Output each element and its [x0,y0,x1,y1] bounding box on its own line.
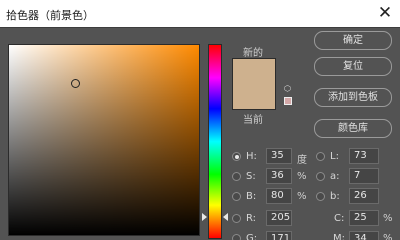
hue-slider-left-arrow-icon[interactable] [202,213,207,221]
s-input[interactable]: 36 [266,168,292,184]
lab-b-input[interactable]: 26 [349,188,379,204]
h-unit: 度 [297,155,307,166]
c-input[interactable]: 25 [349,210,379,226]
h-input[interactable]: 35 [266,148,292,164]
r-radio[interactable] [232,214,241,223]
b-radio[interactable] [232,192,241,201]
s-unit: % [297,171,307,182]
close-icon[interactable]: ✕ [376,3,394,23]
add-to-swatches-button[interactable]: 添加到色板 [314,88,392,107]
g-label: G: [246,233,258,240]
current-color-label: 当前 [243,115,263,126]
color-field[interactable] [8,44,200,236]
m-input[interactable]: 34 [349,231,379,240]
new-color-swatch [232,58,276,84]
color-field-cursor[interactable] [71,79,80,88]
a-radio[interactable] [316,172,325,181]
current-color-swatch[interactable] [232,84,276,110]
ok-button[interactable]: 确定 [314,31,392,50]
color-libraries-button[interactable]: 颜色库 [314,119,392,138]
reset-button[interactable]: 复位 [314,57,392,76]
lab-b-label: b: [330,191,340,202]
m-unit: % [383,233,393,240]
a-label: a: [330,171,340,182]
b-unit: % [297,191,307,202]
h-label: H: [246,151,257,162]
h-radio[interactable] [232,152,241,161]
m-label: M: [333,233,345,240]
l-label: L: [330,151,339,162]
hue-slider-right-arrow-icon[interactable] [223,213,228,221]
lab-b-radio[interactable] [316,192,325,201]
r-input[interactable]: 205 [266,210,292,226]
s-label: S: [246,171,256,182]
b-label: B: [246,191,257,202]
l-radio[interactable] [316,152,325,161]
s-radio[interactable] [232,172,241,181]
c-label: C: [334,213,345,224]
g-radio[interactable] [232,234,241,240]
l-input[interactable]: 73 [349,148,379,164]
r-label: R: [246,213,257,224]
a-input[interactable]: 7 [349,168,379,184]
hue-slider[interactable] [208,44,222,239]
title-bar: 拾色器（前景色） ✕ [0,0,400,28]
brightness-input[interactable]: 80 [266,188,292,204]
new-color-label: 新的 [243,48,263,59]
web-safe-color-swatch[interactable] [284,97,292,105]
c-unit: % [383,213,393,224]
g-input[interactable]: 171 [266,231,292,240]
web-color-warning-icon[interactable]: ⬡ [284,85,292,93]
window-title: 拾色器（前景色） [6,9,94,22]
